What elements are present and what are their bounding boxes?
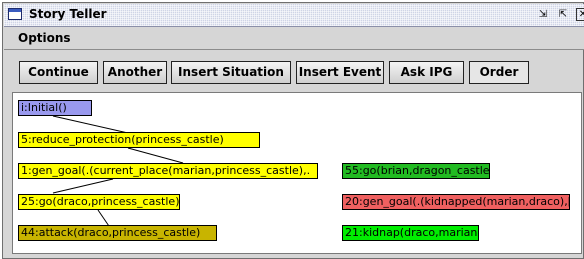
ask-ipg-button[interactable]: Ask IPG [389, 61, 464, 84]
menu-divider [4, 49, 584, 50]
maximize-icon[interactable]: ⇱ [556, 8, 570, 21]
continue-button[interactable]: Continue [19, 61, 98, 84]
window-icon [8, 8, 22, 20]
menu-bar: Options [4, 27, 584, 49]
plan-graph-canvas[interactable]: i:Initial() 5:reduce_protection(princess… [12, 92, 582, 254]
node-attack[interactable]: 44:attack(draco,princess_castle) [18, 225, 217, 241]
edge-5-to-1 [127, 147, 184, 164]
minimize-icon[interactable]: ⇲ [536, 8, 550, 21]
window-title: Story Teller [29, 7, 107, 21]
order-button[interactable]: Order [469, 61, 529, 84]
another-button[interactable]: Another [103, 61, 167, 84]
title-bar[interactable]: Story Teller ⇲ ⇱ ✕ [4, 4, 584, 27]
node-go-brian[interactable]: 55:go(brian,dragon_castle) [342, 163, 490, 179]
node-gen-goal-kidnapped[interactable]: 20:gen_goal(.(kidnapped(marian,draco),[]… [342, 194, 570, 210]
node-kidnap[interactable]: 21:kidnap(draco,marian) [342, 225, 479, 241]
insert-situation-button[interactable]: Insert Situation [171, 61, 291, 84]
menu-options[interactable]: Options [18, 31, 71, 45]
node-go-draco[interactable]: 25:go(draco,princess_castle) [18, 194, 180, 210]
node-gen-goal-current-place[interactable]: 1:gen_goal(.(current_place(marian,prince… [18, 163, 318, 179]
node-reduce-protection[interactable]: 5:reduce_protection(princess_castle) [18, 132, 260, 148]
node-initial[interactable]: i:Initial() [18, 100, 92, 116]
edge-1-to-25 [52, 178, 114, 194]
insert-event-button[interactable]: Insert Event [296, 61, 384, 84]
close-icon[interactable]: ✕ [576, 8, 584, 21]
edge-initial-to-5 [52, 115, 129, 134]
